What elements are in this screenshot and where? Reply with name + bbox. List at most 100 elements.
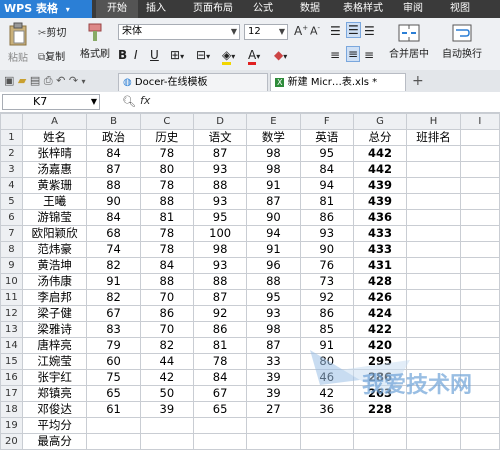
cell[interactable]: 86 (139, 305, 194, 322)
cell[interactable]: 82 (139, 337, 194, 354)
cell[interactable]: 91 (86, 273, 141, 290)
cell[interactable] (406, 145, 461, 162)
row-header[interactable]: 13 (0, 321, 23, 338)
cell[interactable]: 95 (299, 145, 354, 162)
cell[interactable]: 98 (246, 321, 301, 338)
cell[interactable]: 42 (299, 385, 354, 402)
cell[interactable]: 汤嘉惠 (21, 161, 88, 178)
cell[interactable]: 46 (299, 369, 354, 386)
cell[interactable]: 39 (246, 369, 301, 386)
align-middle-button[interactable]: ☰ (346, 22, 361, 38)
cell[interactable] (406, 161, 461, 178)
cell[interactable]: 欧阳颖欣 (21, 225, 88, 242)
cell[interactable]: 426 (352, 289, 408, 306)
cell[interactable]: 84 (139, 257, 194, 274)
cell[interactable]: 班排名 (406, 129, 461, 146)
cell[interactable]: 81 (139, 209, 194, 226)
cell[interactable] (459, 145, 500, 162)
font-color-button[interactable]: A▾ (248, 48, 260, 65)
cell[interactable]: 98 (246, 145, 301, 162)
fx-label[interactable]: fx (140, 94, 150, 107)
merge-button[interactable]: ⊟▾ (196, 48, 210, 62)
cell[interactable]: 92 (299, 289, 354, 306)
cell[interactable]: 90 (299, 241, 354, 258)
cell[interactable] (406, 209, 461, 226)
underline-button[interactable]: U (150, 48, 159, 62)
cell[interactable] (459, 257, 500, 274)
cell[interactable]: 84 (86, 145, 141, 162)
cell[interactable]: 286 (352, 369, 408, 386)
cell[interactable]: 93 (192, 257, 248, 274)
cell[interactable]: 91 (246, 177, 301, 194)
clear-format-button[interactable]: ◆▾ (274, 48, 287, 62)
cell[interactable]: 90 (246, 209, 301, 226)
cell[interactable]: 93 (192, 161, 248, 178)
cell[interactable] (406, 305, 461, 322)
cell[interactable]: 68 (86, 225, 141, 242)
cell[interactable]: 78 (139, 145, 194, 162)
cell[interactable]: 88 (192, 273, 248, 290)
cell[interactable] (459, 337, 500, 354)
row-header[interactable]: 20 (0, 433, 23, 450)
cell[interactable]: 最高分 (21, 433, 88, 450)
cell[interactable]: 87 (246, 337, 301, 354)
cell[interactable]: 70 (139, 321, 194, 338)
cell[interactable]: 78 (139, 225, 194, 242)
row-header[interactable]: 16 (0, 369, 23, 386)
cell[interactable] (406, 337, 461, 354)
cell[interactable]: 梁雅诗 (21, 321, 88, 338)
menu-data[interactable]: 数据 (297, 0, 323, 18)
cell[interactable]: 94 (299, 177, 354, 194)
cell[interactable]: 80 (139, 161, 194, 178)
cell[interactable]: 93 (192, 193, 248, 210)
cell[interactable]: 81 (192, 337, 248, 354)
cell[interactable] (86, 417, 141, 434)
cell[interactable]: 33 (246, 353, 301, 370)
cell[interactable] (139, 417, 194, 434)
cell[interactable] (139, 433, 194, 450)
cell[interactable]: 50 (139, 385, 194, 402)
cell[interactable] (459, 161, 500, 178)
cell[interactable]: 98 (192, 241, 248, 258)
copy-button[interactable]: ⧉复制 (38, 48, 65, 63)
cell[interactable]: 82 (86, 257, 141, 274)
cell[interactable] (459, 241, 500, 258)
cell[interactable] (406, 289, 461, 306)
cell[interactable]: 88 (139, 193, 194, 210)
row-header[interactable]: 1 (0, 129, 23, 146)
cell[interactable] (406, 353, 461, 370)
cell[interactable]: 88 (246, 273, 301, 290)
cell[interactable]: 86 (192, 321, 248, 338)
cell[interactable]: 95 (192, 209, 248, 226)
cell[interactable] (459, 289, 500, 306)
cell[interactable]: 黄浩坤 (21, 257, 88, 274)
cell[interactable] (352, 417, 408, 434)
cell[interactable]: 428 (352, 273, 408, 290)
format-painter-button[interactable]: 格式刷 (78, 22, 112, 60)
cell[interactable]: 431 (352, 257, 408, 274)
cell[interactable]: 范炜豪 (21, 241, 88, 258)
cell[interactable]: 420 (352, 337, 408, 354)
cell[interactable] (459, 209, 500, 226)
cell[interactable]: 91 (299, 337, 354, 354)
cell[interactable]: 92 (192, 305, 248, 322)
cell[interactable]: 江婉莹 (21, 353, 88, 370)
row-header[interactable]: 6 (0, 209, 23, 226)
cell[interactable]: 93 (246, 305, 301, 322)
cell[interactable]: 85 (299, 321, 354, 338)
column-header-h[interactable]: H (406, 113, 461, 130)
cell[interactable]: 439 (352, 193, 408, 210)
cell[interactable] (406, 433, 461, 450)
cell[interactable]: 86 (299, 305, 354, 322)
align-center-button[interactable]: ≡ (346, 46, 361, 62)
cell[interactable]: 88 (139, 273, 194, 290)
cell[interactable] (192, 433, 248, 450)
bold-button[interactable]: B (118, 48, 127, 62)
cell[interactable]: 81 (299, 193, 354, 210)
cell[interactable]: 65 (86, 385, 141, 402)
cell[interactable] (352, 433, 408, 450)
cell[interactable]: 96 (246, 257, 301, 274)
cell[interactable]: 78 (139, 177, 194, 194)
cell[interactable]: 姓名 (21, 129, 88, 146)
grow-font-button[interactable]: A+ (294, 24, 308, 38)
